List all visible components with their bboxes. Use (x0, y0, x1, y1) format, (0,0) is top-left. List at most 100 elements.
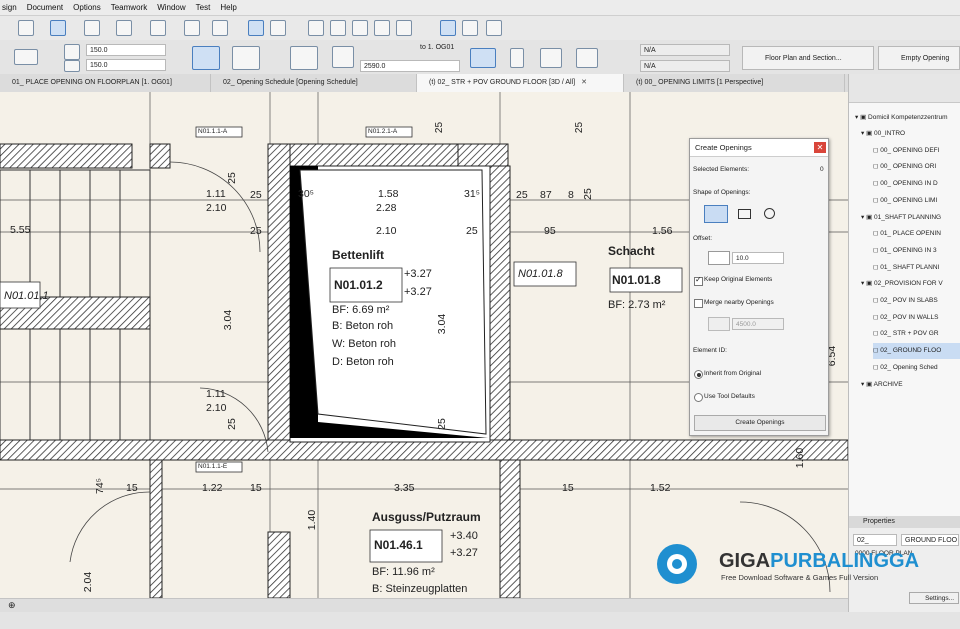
empty-opening-button[interactable]: Empty Opening (878, 46, 960, 70)
width-field[interactable]: 150.0 (86, 44, 166, 56)
room-level: +3.40 (450, 530, 478, 542)
tree-item[interactable]: ◻ 00_ OPENING DEFI (873, 143, 960, 159)
story-label: to 1. OG01 (420, 44, 455, 51)
tab-place-opening[interactable]: 01_ PLACE OPENING ON FLOORPLAN [1. OG01] (0, 74, 211, 92)
close-tab-icon[interactable]: ✕ (581, 79, 587, 86)
tab-opening-schedule[interactable]: 02_ Opening Schedule [Opening Schedule] (211, 74, 417, 92)
geometry-method-rect-icon[interactable] (192, 46, 220, 70)
merge-checkbox[interactable] (694, 299, 703, 308)
dim-text: 1.56 (652, 225, 673, 237)
menu-item-window[interactable]: Window (157, 3, 185, 12)
zoom-icon[interactable]: ⊕ (8, 600, 16, 611)
tree-item-label: 01_ OPENING IN 3 (880, 246, 937, 254)
menu-item-help[interactable]: Help (220, 3, 236, 12)
tree-item-label: 00_ OPENING DEFI (880, 146, 940, 154)
room-level: +3.27 (450, 547, 478, 559)
tree-item[interactable]: ▾ ▣ ARCHIVE (861, 377, 960, 393)
tree-item[interactable]: ◻ 00_ OPENING LIMI (873, 193, 960, 209)
na-field-1[interactable]: N/A (640, 44, 730, 56)
dim-text: 3.04 (436, 313, 449, 335)
room-area: BF: 11.96 m² (372, 566, 435, 578)
menu-item-options[interactable]: Options (73, 3, 101, 12)
menu-item-test[interactable]: Test (196, 3, 211, 12)
tree-item[interactable]: ◻ 01_ OPENING IN 3 (873, 243, 960, 259)
tree-item[interactable]: ◻ 01_ SHAFT PLANNI (873, 260, 960, 276)
canvas-status-bar: ⊕ (0, 598, 848, 613)
shape-contour-icon[interactable] (704, 205, 728, 223)
settings-button[interactable]: Settings... (909, 592, 959, 604)
keep-original-checkbox[interactable]: ✓ (694, 275, 703, 286)
na-field-2[interactable]: N/A (640, 60, 730, 72)
floor-plan-section-button[interactable]: Floor Plan and Section... (742, 46, 874, 70)
dim-text: 2.10 (206, 202, 227, 214)
view-tabs: 01_ PLACE OPENING ON FLOORPLAN [1. OG01]… (0, 74, 848, 93)
tree-root[interactable]: ▾ ▣ Domicil Kompetenzzentrum (855, 110, 948, 126)
box-icon[interactable] (150, 20, 166, 36)
tool-defaults-radio[interactable] (694, 393, 703, 402)
room-id: N01.46.1 (374, 538, 423, 552)
tab-opening-limits[interactable]: (t) 00_ OPENING LIMITS [1 Perspective] (624, 74, 845, 92)
tree-item[interactable]: ◻ 02_ GROUND FLOO (873, 343, 960, 360)
copy-icon[interactable] (184, 20, 200, 36)
flip-icon[interactable] (270, 20, 286, 36)
merge-distance-field[interactable]: 4500.0 (732, 318, 784, 330)
dim-text: 25 (574, 121, 586, 134)
extrude-icon[interactable] (576, 48, 598, 68)
offset-icon[interactable] (396, 20, 412, 36)
create-openings-button[interactable]: Create Openings (694, 415, 826, 431)
shape-rectangle-icon[interactable] (738, 209, 751, 219)
room-id: N01.01.2 (334, 278, 383, 292)
anchor-center-icon[interactable] (470, 48, 496, 68)
height-field[interactable]: 150.0 (86, 59, 166, 71)
brand-name: GIGAPURBALINGGA (719, 550, 920, 572)
tree-item[interactable]: ◻ 00_ OPENING ORI (873, 159, 960, 175)
merge-distance-icon (708, 317, 730, 331)
anchor-side-icon[interactable] (510, 48, 524, 68)
offset-label: Offset: (693, 235, 713, 242)
tree-item-label: 02_ STR + POV GR (880, 330, 939, 338)
tree-item[interactable]: ◻ 00_ OPENING IN D (873, 176, 960, 192)
shape-circle-icon[interactable] (764, 208, 775, 219)
tree-item[interactable]: ◻ 02_ POV IN SLABS (873, 293, 960, 309)
mirror-icon[interactable] (374, 20, 390, 36)
group-icon[interactable] (440, 20, 456, 36)
tree-item-label: 01_SHAFT PLANNING (874, 213, 942, 221)
tab-str-pov[interactable]: (t) 02_ STR + POV GROUND FLOOR [3D / All… (417, 74, 624, 92)
tree-item[interactable]: ◻ 02_ STR + POV GR (873, 326, 960, 342)
folder-icon: ▾ ▣ (855, 114, 869, 121)
offset-field[interactable]: 10.0 (732, 252, 784, 264)
tree-item[interactable]: ▾ ▣ 02_PROVISION FOR V (861, 276, 960, 292)
pencil-icon[interactable] (18, 20, 34, 36)
move-icon[interactable] (330, 20, 346, 36)
close-icon[interactable]: ✕ (814, 142, 826, 153)
tree-item[interactable]: ◻ 01_ PLACE OPENIN (873, 226, 960, 242)
tree-item[interactable]: ▾ ▣ 00_INTRO (861, 126, 960, 142)
cut-icon[interactable] (540, 48, 562, 68)
dim-text: 25 (516, 189, 528, 201)
trim-icon[interactable] (308, 20, 324, 36)
inherit-radio[interactable] (694, 370, 703, 379)
elevation-field[interactable]: 2590.0 (360, 60, 460, 72)
arrow-icon[interactable] (212, 20, 228, 36)
menu-item-document[interactable]: Document (27, 3, 63, 12)
layer-icon[interactable] (84, 20, 100, 36)
selected-elements-label: Selected Elements: (693, 166, 750, 173)
menu-item-design[interactable]: sign (2, 3, 17, 12)
rotate-icon[interactable] (352, 20, 368, 36)
geometry-method-poly-icon[interactable] (290, 46, 318, 70)
snap-icon[interactable] (50, 20, 66, 36)
tree-item[interactable]: ▾ ▣ 01_SHAFT PLANNING (861, 210, 960, 226)
opening-settings-icon[interactable] (14, 49, 38, 65)
zone-icon[interactable] (462, 20, 478, 36)
align-icon[interactable] (248, 20, 264, 36)
tree-item[interactable]: ◻ 02_ Opening Sched (873, 360, 960, 376)
render-icon[interactable] (486, 20, 502, 36)
geometry-method-circle-icon[interactable] (232, 46, 260, 70)
bottom-strip (0, 612, 960, 629)
menu-item-teamwork[interactable]: Teamwork (111, 3, 147, 12)
dim-text: 74⁵ (94, 477, 107, 495)
tool-defaults-label: Use Tool Defaults (704, 393, 755, 400)
checkmark-icon: ✓ (695, 275, 702, 284)
tree-item[interactable]: ◻ 02_ POV IN WALLS (873, 310, 960, 326)
grid-icon[interactable] (116, 20, 132, 36)
